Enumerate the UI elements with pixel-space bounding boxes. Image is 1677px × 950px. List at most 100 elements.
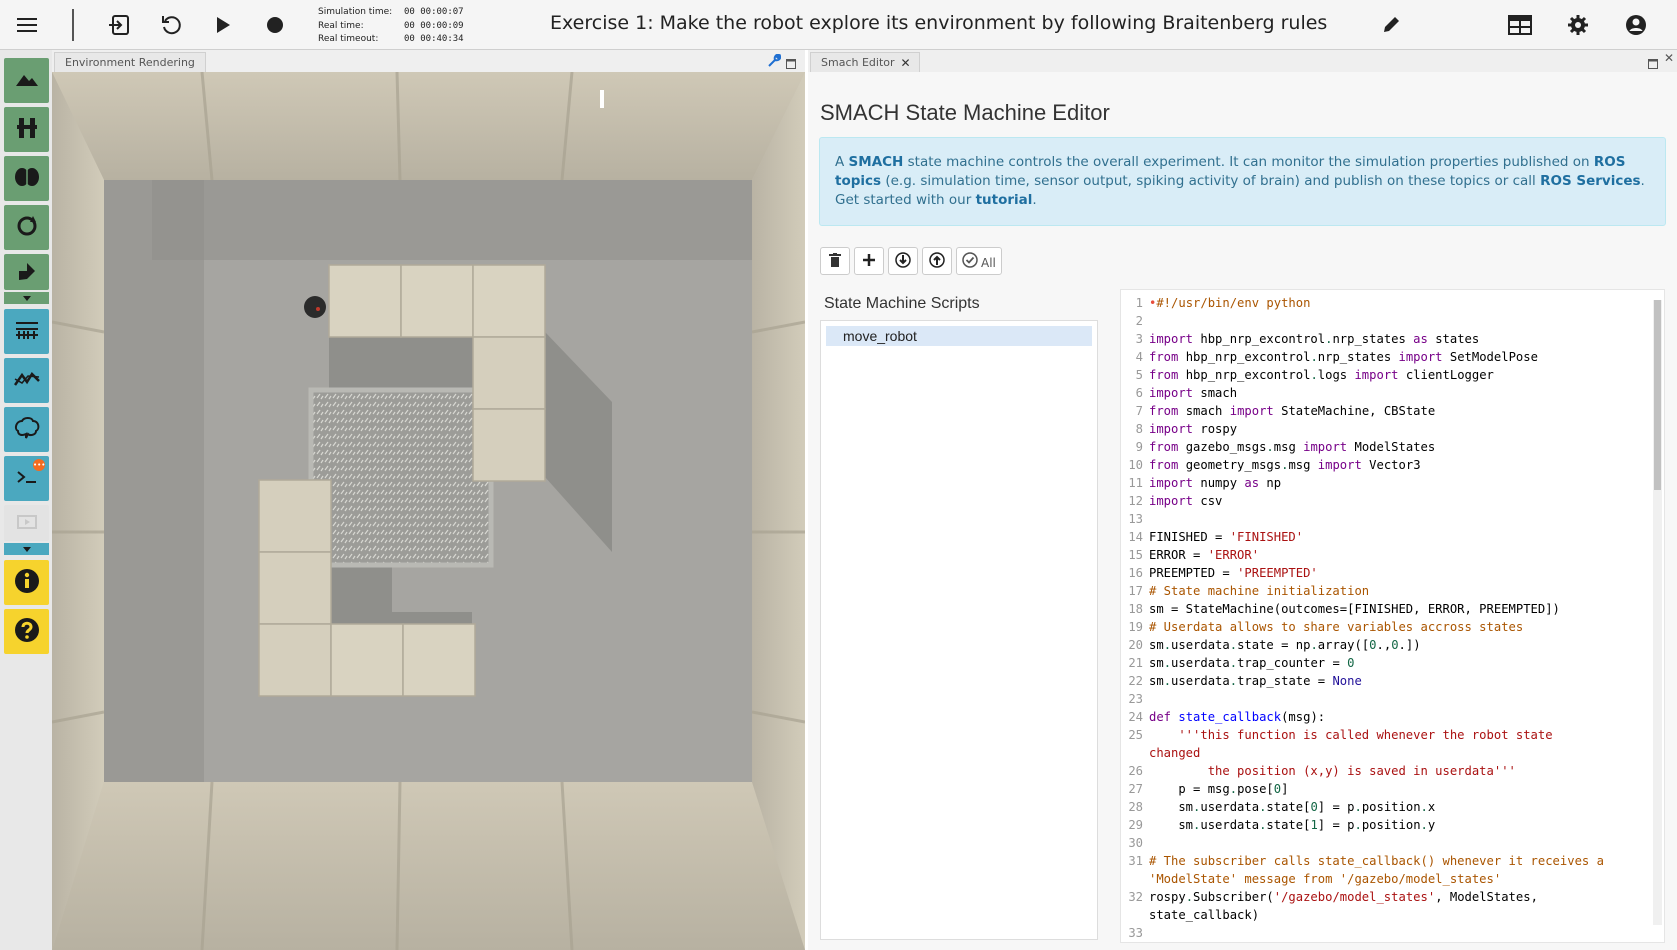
line-number: 17 xyxy=(1128,584,1143,598)
simulation-times: Simulation time: 00 00:00:07 Real time: 00… xyxy=(318,6,464,47)
code-text: from hbp_nrp_excontrol.logs import clien… xyxy=(1149,368,1494,382)
maximize-icon[interactable] xyxy=(1648,54,1658,73)
code-line: 14 FINISHED = 'FINISHED' xyxy=(1121,528,1664,546)
code-line: 6 import smach xyxy=(1121,384,1664,402)
left-toolbar: ••• xyxy=(0,50,52,950)
arena-render xyxy=(52,72,805,950)
state-machine-icon xyxy=(16,259,38,285)
line-number: 2 xyxy=(1135,314,1143,328)
code-line: 27 p = msg.pose[0] xyxy=(1121,780,1664,798)
code-text: PREEMPTED = 'PREEMPTED' xyxy=(1149,566,1318,580)
code-text: from gazebo_msgs.msg import ModelStates xyxy=(1149,440,1436,454)
code-line: 5 from hbp_nrp_excontrol.logs import clie… xyxy=(1121,366,1664,384)
upload-button[interactable] xyxy=(922,247,952,275)
code-line: 4 from hbp_nrp_excontrol.nrp_states impor… xyxy=(1121,348,1664,366)
code-text: sm.userdata.state[0] = p.position.x xyxy=(1149,800,1436,814)
exit-icon[interactable] xyxy=(104,10,134,40)
line-number: 12 xyxy=(1128,494,1143,508)
brain-outline-icon xyxy=(14,416,40,443)
list-item[interactable]: move_robot xyxy=(826,326,1092,346)
line-number: 1 xyxy=(1135,296,1143,310)
joint-plot-button[interactable] xyxy=(4,358,49,403)
terminal-icon xyxy=(16,469,38,489)
loop-icon xyxy=(15,214,39,242)
add-button[interactable] xyxy=(854,247,884,275)
code-line: 8 import rospy xyxy=(1121,420,1664,438)
tab-environment-rendering[interactable]: Environment Rendering xyxy=(54,52,206,72)
tutorial-link[interactable]: tutorial xyxy=(976,192,1033,208)
object-library-button[interactable] xyxy=(4,107,49,152)
check-circle-icon xyxy=(962,251,978,271)
terminal-button[interactable]: ••• xyxy=(4,456,49,501)
code-line: 'ModelState' message from '/gazebo/model… xyxy=(1121,870,1664,888)
code-text: sm.userdata.state = np.array([0.,0.]) xyxy=(1149,638,1421,652)
state-machine-button[interactable] xyxy=(4,254,49,290)
hamburger-icon[interactable] xyxy=(12,10,42,40)
close-panel-icon[interactable]: ✕ xyxy=(1664,51,1674,65)
close-icon[interactable]: ✕ xyxy=(900,56,910,70)
line-number: 11 xyxy=(1128,476,1143,490)
code-text: import smach xyxy=(1149,386,1238,400)
code-text: from hbp_nrp_excontrol.nrp_states import… xyxy=(1149,350,1538,364)
code-text: 'ModelState' message from '/gazebo/model… xyxy=(1149,872,1502,886)
plus-icon xyxy=(863,253,875,269)
maximize-icon[interactable] xyxy=(786,54,796,73)
smach-tab-label: Smach Editor xyxy=(821,56,895,69)
environment-viewport[interactable] xyxy=(52,72,805,950)
code-line: 30 xyxy=(1121,834,1664,852)
code-scrollbar[interactable] xyxy=(1653,300,1662,925)
code-text: '''this function is called whenever the … xyxy=(1149,728,1553,742)
code-text: sm.userdata.trap_counter = 0 xyxy=(1149,656,1355,670)
simulation-time-label: Simulation time: xyxy=(318,7,393,17)
line-number xyxy=(1121,744,1149,762)
chevron-down-icon[interactable] xyxy=(4,292,49,304)
scripts-title: State Machine Scripts xyxy=(824,295,980,312)
code-text: import csv xyxy=(1149,494,1223,508)
info-text: . xyxy=(1032,192,1037,208)
download-button[interactable] xyxy=(888,247,918,275)
wrench-icon[interactable] xyxy=(767,53,782,72)
scroll-thumb[interactable] xyxy=(1654,300,1661,490)
code-text: import numpy as np xyxy=(1149,476,1282,490)
line-number: 22 xyxy=(1128,674,1143,688)
code-line: 28 sm.userdata.state[0] = p.position.x xyxy=(1121,798,1664,816)
line-number: 33 xyxy=(1128,926,1143,940)
brain-visualizer-button[interactable] xyxy=(4,407,49,452)
smach-link[interactable]: SMACH xyxy=(849,154,904,170)
code-text: sm = StateMachine(outcomes=[FINISHED, ER… xyxy=(1149,602,1560,616)
real-time-label: Real time: xyxy=(318,20,364,31)
record-icon[interactable] xyxy=(260,10,290,40)
simulation-time-value: 00 00:00:07 xyxy=(404,7,464,17)
real-time-value: 00 00:00:09 xyxy=(404,20,464,31)
apply-all-label: All xyxy=(981,255,996,270)
pencil-icon[interactable] xyxy=(1376,10,1406,40)
info-button[interactable] xyxy=(4,560,49,605)
code-text: def state_callback(msg): xyxy=(1149,710,1326,724)
info-icon xyxy=(14,568,40,598)
line-number: 26 xyxy=(1128,764,1143,778)
code-line: 15 ERROR = 'ERROR' xyxy=(1121,546,1664,564)
apply-all-button[interactable]: All xyxy=(956,247,1002,275)
play-icon[interactable] xyxy=(208,10,238,40)
log-console-button[interactable] xyxy=(4,309,49,354)
gear-icon[interactable] xyxy=(1563,10,1593,40)
code-text: FINISHED = 'FINISHED' xyxy=(1149,530,1304,544)
code-line: 24 def state_callback(msg): xyxy=(1121,708,1664,726)
delete-button[interactable] xyxy=(820,247,850,275)
ros-services-link[interactable]: ROS Services xyxy=(1540,173,1640,189)
user-icon[interactable] xyxy=(1621,10,1651,40)
upload-circle-icon xyxy=(929,251,945,271)
video-stream-button[interactable] xyxy=(4,505,49,541)
chevron-down-icon[interactable] xyxy=(4,543,49,555)
help-button[interactable] xyxy=(4,609,49,654)
brain-editor-button[interactable] xyxy=(4,156,49,201)
code-text: •#!/usr/bin/env python xyxy=(1149,296,1311,310)
code-editor[interactable]: 1 •#!/usr/bin/env python 2 3 import hbp_nrp_… xyxy=(1120,289,1665,943)
reset-icon[interactable] xyxy=(156,10,186,40)
layout-icon[interactable] xyxy=(1505,10,1535,40)
code-line: 3 import hbp_nrp_excontrol.nrp_states as … xyxy=(1121,330,1664,348)
environment-button[interactable] xyxy=(4,58,49,103)
transfer-function-button[interactable] xyxy=(4,205,49,250)
scripts-list: move_robot xyxy=(820,320,1098,940)
tab-smach-editor[interactable]: Smach Editor ✕ xyxy=(810,52,920,72)
